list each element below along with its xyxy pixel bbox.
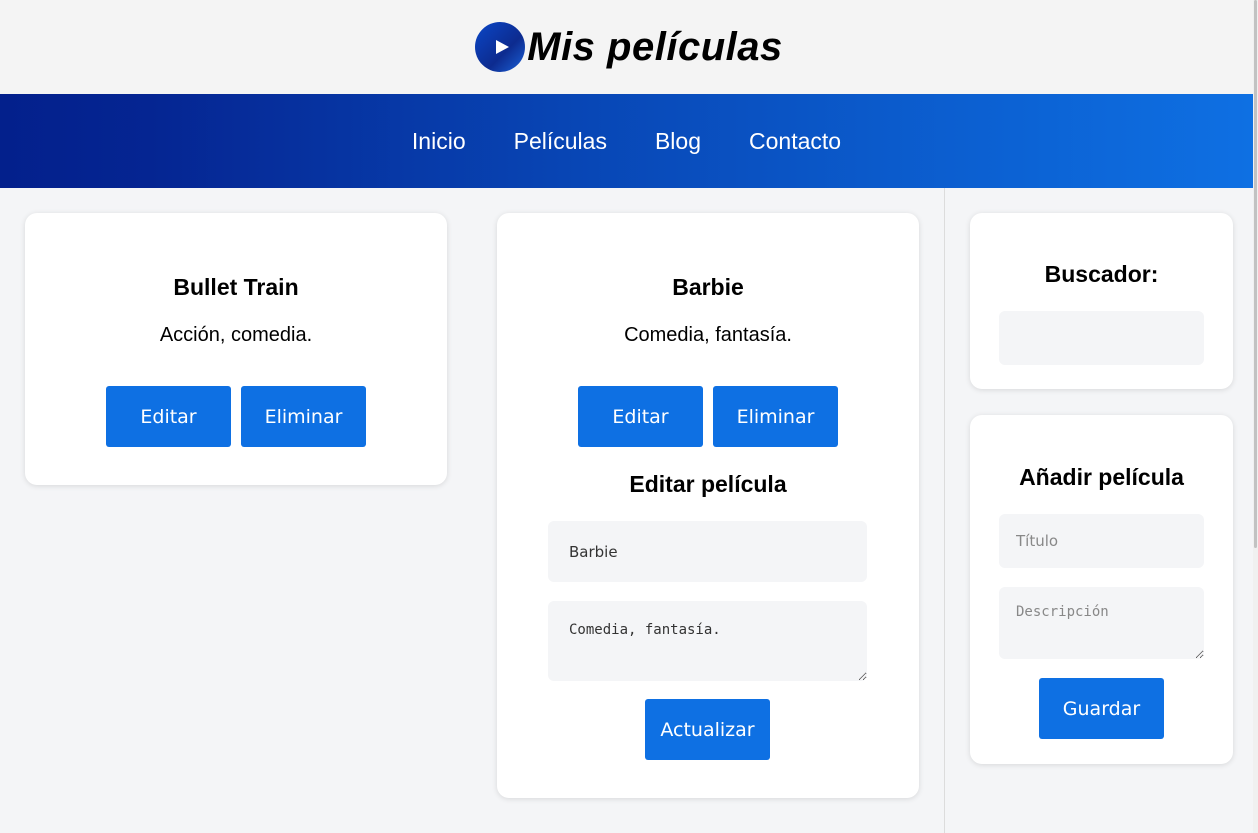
title-input[interactable]	[999, 514, 1204, 568]
edit-button[interactable]: Editar	[106, 386, 231, 447]
edit-title-input[interactable]	[548, 521, 867, 582]
sidebar: Buscador: Añadir película Guardar	[944, 188, 1253, 833]
add-movie-card: Añadir película Guardar	[970, 415, 1233, 764]
add-movie-heading: Añadir película	[1019, 464, 1184, 490]
search-input[interactable]	[999, 311, 1204, 365]
description-textarea[interactable]	[999, 587, 1204, 659]
nav-link-inicio[interactable]: Inicio	[412, 128, 466, 155]
movie-card: Bullet Train Acción, comedia. Editar Eli…	[25, 213, 447, 485]
delete-button[interactable]: Eliminar	[713, 386, 838, 447]
movies-list: Bullet Train Acción, comedia. Editar Eli…	[0, 188, 945, 833]
nav-link-peliculas[interactable]: Películas	[514, 128, 607, 155]
play-circle-icon	[475, 22, 526, 72]
movie-description: Acción, comedia.	[159, 324, 313, 346]
save-button[interactable]: Guardar	[1039, 678, 1164, 739]
page-scrollbar[interactable]	[1253, 0, 1258, 833]
delete-button[interactable]: Eliminar	[241, 386, 366, 447]
nav-link-contacto[interactable]: Contacto	[749, 128, 841, 155]
search-heading: Buscador:	[1044, 261, 1159, 287]
main-nav: Inicio Películas Blog Contacto	[0, 94, 1253, 188]
search-card: Buscador:	[970, 213, 1233, 389]
site-header: Mis películas	[0, 0, 1258, 94]
scrollbar-thumb[interactable]	[1254, 0, 1257, 548]
site-title: Mis películas	[527, 24, 783, 69]
edit-button[interactable]: Editar	[578, 386, 703, 447]
movie-title: Bullet Train	[173, 274, 299, 300]
edit-form-heading: Editar película	[629, 471, 787, 497]
update-button[interactable]: Actualizar	[645, 699, 770, 760]
nav-link-blog[interactable]: Blog	[655, 128, 701, 155]
movie-description: Comedia, fantasía.	[624, 324, 792, 346]
play-icon	[495, 40, 509, 54]
edit-description-textarea[interactable]: Comedia, fantasía.	[548, 601, 867, 681]
movie-title: Barbie	[672, 274, 744, 300]
movie-card: Barbie Comedia, fantasía. Editar Elimina…	[497, 213, 919, 798]
